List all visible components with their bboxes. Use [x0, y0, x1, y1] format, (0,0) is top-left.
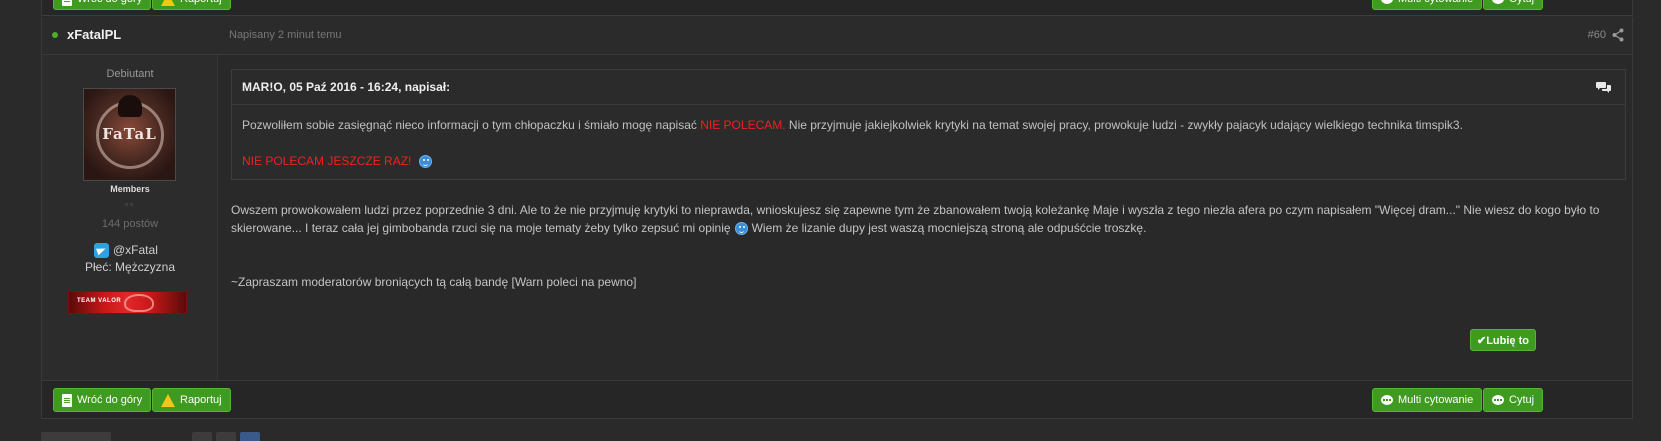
multi-quote-button-prev[interactable]: Multi cytowanie — [1372, 0, 1483, 10]
smile-emoji-icon — [734, 221, 748, 235]
speech-bubbles-icon — [1596, 82, 1611, 93]
quote-icon — [1381, 0, 1393, 4]
quote-header: MAR!O, 05 Paź 2016 - 16:24, napisał: — [232, 70, 1625, 105]
post-footer: Wróć do góry Raportuj Multi cytowanie Cy… — [41, 380, 1633, 419]
grin-emoji-icon — [419, 154, 433, 168]
pagination-strip — [0, 420, 1661, 441]
telegram-icon — [94, 242, 109, 258]
quote-paragraph: Pozwoliłem sobie zasięgnąć nieco informa… — [242, 118, 1463, 132]
quote-block: MAR!O, 05 Paź 2016 - 16:24, napisał: Poz… — [231, 69, 1626, 180]
quote-emphasis: NIE POLECAM JESZCZE RAZ! — [242, 154, 433, 168]
telegram-link[interactable]: @xFatal — [94, 242, 158, 258]
post-text-line: Owszem prowokowałem ludzi przez poprzedn… — [231, 203, 1600, 217]
post-count: 144 postów — [101, 218, 159, 230]
report-button[interactable]: Raportuj — [152, 388, 231, 412]
post-date[interactable]: Napisany 2 minut temu — [229, 29, 342, 41]
quote-icon — [1492, 0, 1504, 4]
back-to-top-button[interactable]: Wróć do góry — [53, 388, 152, 412]
user-rank: Debiutant — [106, 68, 154, 80]
post-body: Debiutant FaTaL Members ▫▫ 144 postów @x… — [41, 55, 1633, 380]
online-status-icon — [52, 32, 58, 38]
quote-citation: MAR!O, 05 Paź 2016 - 16:24, napisał: — [242, 80, 451, 94]
post-number[interactable]: #60 — [1588, 29, 1606, 41]
share-icon[interactable] — [1612, 28, 1624, 42]
avatar-logo-text: FaTaL — [102, 125, 157, 143]
author-info-panel: Debiutant FaTaL Members ▫▫ 144 postów @x… — [42, 55, 218, 380]
post-header: xFatalPL Napisany 2 minut temu #60 — [41, 17, 1633, 55]
page-link[interactable] — [216, 432, 236, 441]
report-button-prev[interactable]: Raportuj — [152, 0, 231, 10]
team-valor-banner: TEAM VALOR — [68, 291, 187, 314]
rank-pips: ▫▫ — [125, 200, 135, 209]
back-to-top-button-prev[interactable]: Wróć do góry — [53, 0, 152, 10]
previous-post-footer: Wróć do góry Raportuj Multi cytowanie Cy… — [41, 0, 1633, 16]
page-icon — [62, 393, 72, 407]
quote-icon — [1492, 395, 1504, 405]
like-button[interactable]: ✔Lubię to — [1470, 329, 1536, 351]
pagination-button[interactable] — [41, 432, 111, 441]
quote-button-prev[interactable]: Cytuj — [1483, 0, 1544, 10]
multi-quote-icon — [1381, 395, 1393, 405]
user-group: Members — [110, 184, 150, 194]
page-icon — [62, 0, 72, 6]
gender-field: Płeć: Mężczyzna — [84, 260, 176, 274]
multi-quote-button[interactable]: Multi cytowanie — [1372, 388, 1483, 412]
author-name[interactable]: xFatalPL — [67, 27, 121, 42]
warning-icon — [161, 393, 175, 407]
forum-page: Wróć do góry Raportuj Multi cytowanie Cy… — [0, 0, 1661, 441]
avatar[interactable]: FaTaL — [83, 88, 176, 181]
page-link-active[interactable] — [240, 432, 260, 441]
warning-icon — [161, 0, 175, 6]
post-signature: ~Zapraszam moderatorów broniących tą cał… — [231, 275, 637, 289]
post-text-line: skierowane... I teraz cała jej gimboband… — [231, 221, 1147, 235]
page-link[interactable] — [192, 432, 212, 441]
quote-button[interactable]: Cytuj — [1483, 388, 1544, 412]
